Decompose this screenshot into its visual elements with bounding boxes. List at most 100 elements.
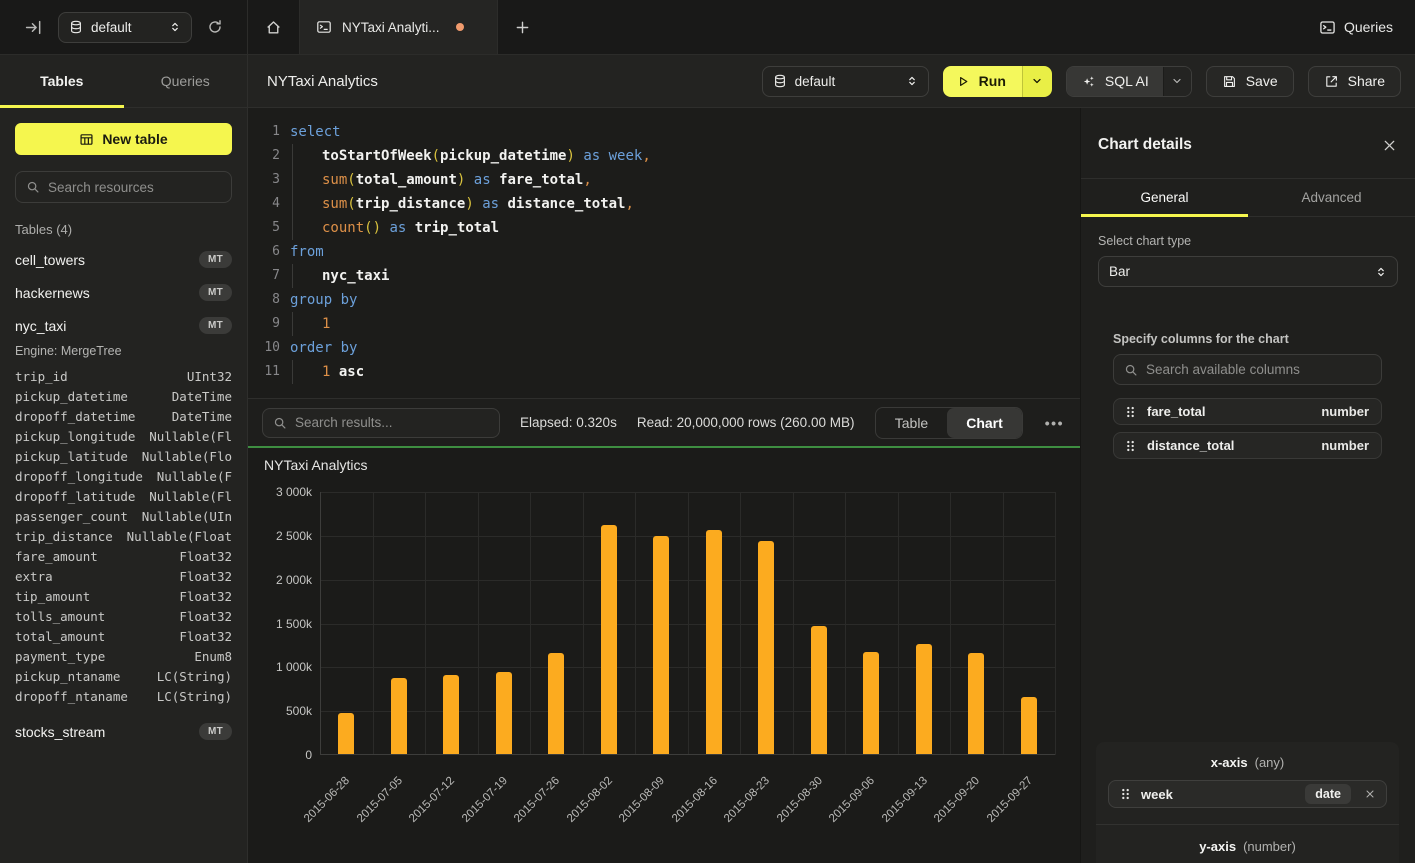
bar-2015-08-16[interactable] (706, 530, 722, 754)
column-type: Float32 (179, 567, 232, 587)
bar-2015-08-09[interactable] (653, 536, 669, 754)
sql-editor[interactable]: 1select2toStartOfWeek(pickup_datetime) a… (248, 108, 1080, 398)
code-token: fare_total (499, 172, 583, 188)
gridline (478, 492, 479, 755)
tab-advanced[interactable]: Advanced (1248, 179, 1415, 216)
sql-ai-button[interactable]: SQL AI (1066, 66, 1192, 97)
code-line: 4sum(trip_distance) as distance_total, (248, 192, 1080, 216)
view-toggle-chart[interactable]: Chart (947, 408, 1022, 438)
column-name: dropoff_datetime (15, 407, 135, 427)
close-icon[interactable] (1382, 138, 1397, 153)
tab-general[interactable]: General (1081, 179, 1248, 216)
query-tab[interactable]: NYTaxi Analyti... (300, 0, 498, 54)
gridline (373, 492, 374, 755)
sidebar-tab-queries[interactable]: Queries (124, 55, 248, 107)
table-row[interactable]: nyc_taxiMT (15, 309, 232, 342)
table-engine-label: Engine: MergeTree (15, 344, 232, 358)
bar-2015-07-12[interactable] (443, 675, 459, 754)
rows-read: Read: 20,000,000 rows (260.00 MB) (637, 415, 855, 430)
x-axis-items: weekdate (1108, 780, 1387, 808)
new-tab-button[interactable] (498, 0, 546, 54)
x-axis-item-week[interactable]: weekdate (1108, 780, 1387, 808)
available-column-distance_total[interactable]: distance_totalnumber (1113, 432, 1382, 459)
run-options-chevron[interactable] (1022, 66, 1052, 97)
share-button[interactable]: Share (1308, 66, 1401, 97)
results-search[interactable] (262, 408, 500, 438)
table-row[interactable]: cell_towersMT (15, 243, 232, 276)
run-button[interactable]: Run (943, 66, 1052, 97)
run-button-main[interactable]: Run (943, 66, 1022, 97)
new-table-button[interactable]: New table (15, 123, 232, 155)
sidebar-search[interactable] (15, 171, 232, 203)
share-label: Share (1348, 73, 1385, 89)
column-name: dropoff_ntaname (15, 687, 128, 707)
available-column-fare_total[interactable]: fare_totalnumber (1113, 398, 1382, 425)
table-row[interactable]: hackernewsMT (15, 276, 232, 309)
code-line: 91 (248, 312, 1080, 336)
run-database-selector[interactable]: default (762, 66, 929, 97)
database-selector[interactable]: default (58, 12, 192, 43)
x-axis-tick-label: 2015-07-26 (512, 775, 562, 825)
line-number: 1 (248, 120, 280, 144)
columns-search-input[interactable] (1146, 362, 1371, 377)
table-row[interactable]: stocks_streamMT (15, 715, 232, 748)
save-button[interactable]: Save (1206, 66, 1294, 97)
chevron-updown-icon (1375, 265, 1387, 279)
bar-2015-08-30[interactable] (811, 626, 827, 754)
column-type: Float32 (179, 587, 232, 607)
code-line: 111 asc (248, 360, 1080, 384)
code-token: ( (347, 172, 355, 188)
results-search-input[interactable] (295, 415, 489, 430)
sidebar-tab-tables[interactable]: Tables (0, 55, 124, 107)
line-number: 3 (248, 168, 280, 192)
queries-button[interactable]: Queries (1297, 19, 1415, 36)
bar-2015-07-26[interactable] (548, 653, 564, 754)
code-token: , (642, 148, 650, 164)
x-axis-tick-label: 2015-06-28 (302, 775, 352, 825)
x-axis-tick-label: 2015-08-09 (617, 775, 667, 825)
bar-2015-06-28[interactable] (338, 713, 354, 754)
more-options-icon[interactable]: ••• (1043, 415, 1066, 431)
y-axis-tick-label: 2 500k (254, 529, 312, 543)
chart-details-header: Chart details (1081, 108, 1415, 179)
column-pill-type: number (1321, 438, 1369, 453)
gridline (530, 492, 531, 755)
table-name: stocks_stream (15, 724, 105, 740)
line-number: 2 (248, 144, 280, 168)
sidebar-search-input[interactable] (48, 180, 221, 195)
table-engine-badge: MT (199, 251, 232, 268)
bar-2015-09-13[interactable] (916, 644, 932, 754)
code-line: 7nyc_taxi (248, 264, 1080, 288)
chart-type-value: Bar (1109, 264, 1367, 279)
sql-ai-main[interactable]: SQL AI (1067, 67, 1163, 96)
chart-details-body: Select chart type Bar Specify columns fo… (1081, 217, 1415, 863)
gridline (793, 492, 794, 755)
column-name: total_amount (15, 627, 105, 647)
y-axis-header: y-axis(number) (1108, 839, 1387, 854)
view-toggle-table[interactable]: Table (876, 408, 947, 438)
remove-icon[interactable] (1364, 788, 1376, 800)
bar-2015-07-19[interactable] (496, 672, 512, 754)
bar-2015-07-05[interactable] (391, 678, 407, 754)
refresh-icon[interactable] (200, 12, 230, 42)
run-label: Run (979, 73, 1006, 89)
column-name: trip_distance (15, 527, 113, 547)
bar-2015-09-06[interactable] (863, 652, 879, 754)
drag-handle-icon[interactable] (1119, 787, 1132, 801)
main-area: NYTaxi Analytics default Run (248, 55, 1415, 863)
sql-ai-chevron[interactable] (1163, 67, 1191, 96)
home-button[interactable] (248, 0, 300, 54)
drag-handle-icon[interactable] (1124, 439, 1137, 453)
columns-search[interactable] (1113, 354, 1382, 385)
code-token: ( (347, 196, 355, 212)
bar-2015-09-20[interactable] (968, 653, 984, 754)
chart-type-select[interactable]: Bar (1098, 256, 1398, 287)
bar-2015-08-23[interactable] (758, 541, 774, 754)
bar-2015-09-27[interactable] (1021, 697, 1037, 754)
bar-2015-08-02[interactable] (601, 525, 617, 754)
drag-handle-icon[interactable] (1124, 405, 1137, 419)
collapse-sidebar-icon[interactable] (18, 12, 48, 42)
query-tab-title: NYTaxi Analyti... (342, 20, 440, 35)
column-type: Nullable(Float (127, 527, 232, 547)
bar-chart[interactable]: 0500k1 000k1 500k2 000k2 500k3 000k2015-… (320, 492, 1055, 755)
